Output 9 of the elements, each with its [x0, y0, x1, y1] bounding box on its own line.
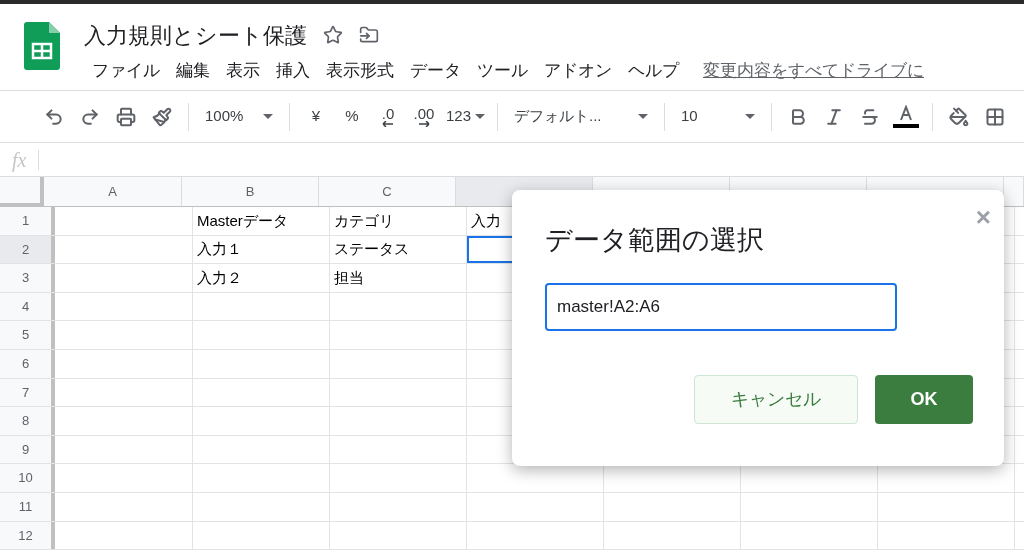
- table-cell-text: Masterデータ: [197, 210, 288, 231]
- table-cell-text: ステータス: [334, 239, 409, 260]
- formula-label: fx: [12, 147, 27, 174]
- table-cell-text: 入力: [471, 210, 501, 231]
- dialog-title: データ範囲の選択: [545, 224, 764, 257]
- table-cell-text: 入力２: [197, 267, 242, 288]
- table-cell-text: カテゴリ: [334, 210, 394, 231]
- table-cell-text: 入力１: [197, 239, 242, 260]
- table-cell-text: 担当: [334, 267, 364, 288]
